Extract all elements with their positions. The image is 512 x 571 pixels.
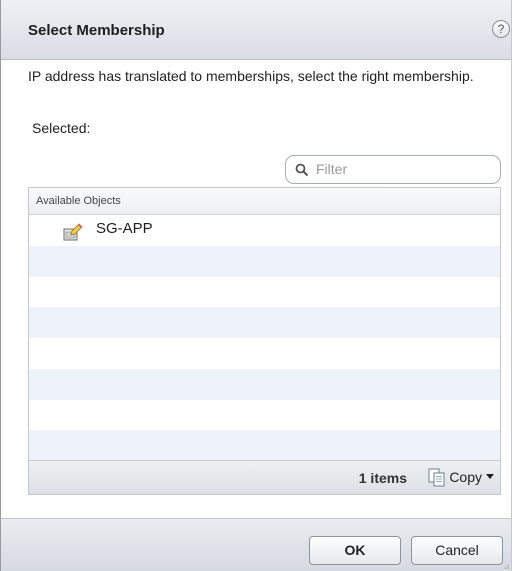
cancel-button[interactable]: Cancel bbox=[411, 536, 503, 565]
column-header-available-objects[interactable]: Available Objects bbox=[36, 195, 121, 207]
grid-rows: SG-APP bbox=[29, 215, 500, 461]
item-count: 1 items bbox=[358, 470, 407, 486]
resize-grip-icon[interactable] bbox=[503, 563, 509, 569]
copy-button[interactable]: Copy bbox=[427, 466, 494, 488]
available-objects-grid: Available Objects SG-APP 1 items Copy bbox=[28, 187, 501, 495]
dialog-title: Select Membership bbox=[28, 22, 165, 39]
table-row bbox=[29, 277, 500, 308]
grid-footer: 1 items Copy bbox=[29, 460, 500, 494]
help-icon[interactable]: ? bbox=[492, 20, 510, 38]
grid-header: Available Objects bbox=[29, 188, 500, 215]
table-row bbox=[29, 245, 500, 277]
copy-icon bbox=[428, 468, 445, 487]
table-row bbox=[29, 430, 500, 461]
select-membership-dialog: Select Membership ? IP address has trans… bbox=[0, 0, 512, 571]
dialog-description: IP address has translated to memberships… bbox=[28, 68, 474, 84]
selected-label: Selected: bbox=[32, 120, 91, 136]
dialog-button-bar: OK Cancel bbox=[1, 518, 511, 571]
dialog-titlebar: Select Membership ? bbox=[1, 0, 511, 60]
filter-placeholder: Filter bbox=[316, 161, 348, 177]
list-item-label: SG-APP bbox=[96, 220, 153, 237]
ok-button[interactable]: OK bbox=[309, 536, 401, 565]
table-row bbox=[29, 307, 500, 338]
table-row bbox=[29, 338, 500, 369]
search-icon bbox=[295, 163, 309, 177]
copy-label: Copy bbox=[449, 469, 482, 485]
list-item[interactable]: SG-APP bbox=[29, 215, 500, 246]
filter-input[interactable]: Filter bbox=[285, 155, 501, 184]
table-row bbox=[29, 368, 500, 400]
table-row bbox=[29, 400, 500, 431]
security-group-icon bbox=[63, 223, 83, 241]
chevron-down-icon bbox=[486, 474, 494, 479]
